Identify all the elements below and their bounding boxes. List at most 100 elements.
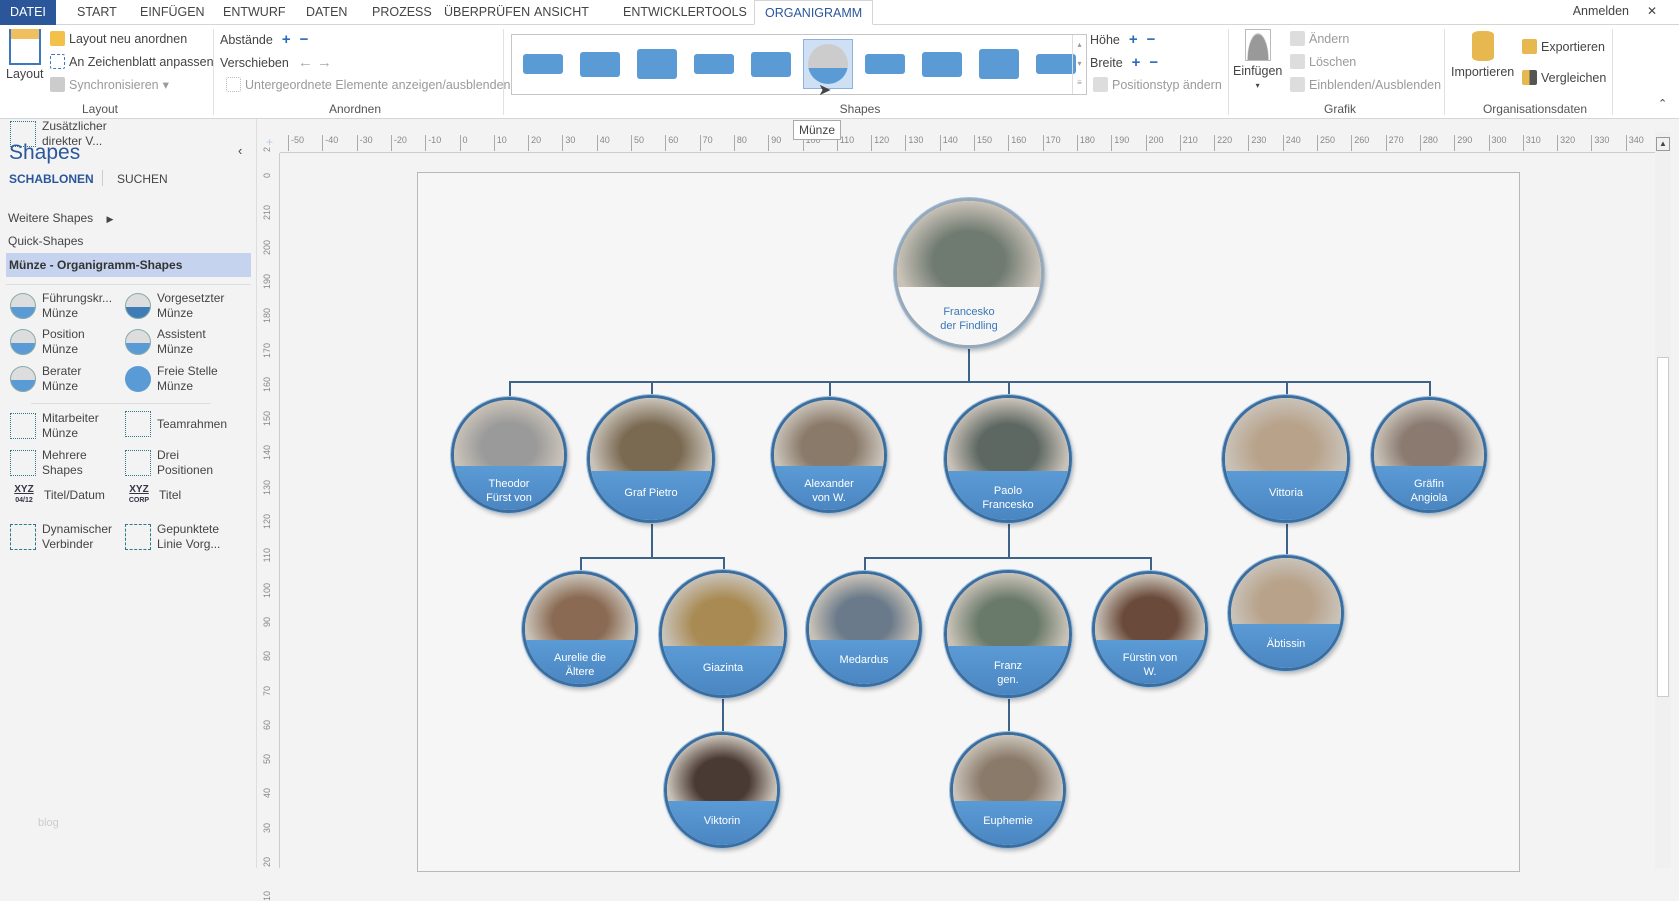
stencil-item[interactable]: Teamrahmen	[125, 411, 227, 437]
ruler-tick: 70	[699, 135, 713, 151]
scroll-thumb[interactable]	[1657, 357, 1669, 697]
delete-picture-button[interactable]: Löschen	[1290, 54, 1356, 69]
showhide-picture-button[interactable]: Einblenden/Ausblenden	[1290, 77, 1441, 92]
tab-prozess[interactable]: PROZESS	[362, 0, 442, 25]
compare-button[interactable]: Vergleichen	[1522, 70, 1606, 85]
gallery-shape-8[interactable]	[917, 39, 967, 89]
stencil-item[interactable]: Zusätzlicher direkter V...	[10, 119, 107, 149]
move-label: Verschieben	[220, 55, 289, 70]
minus-icon[interactable]: −	[300, 31, 309, 48]
export-button[interactable]: Exportieren	[1522, 39, 1605, 54]
ruler-tick: 20	[528, 135, 541, 151]
stencil-item[interactable]: Drei Positionen	[125, 448, 213, 478]
plus-icon[interactable]: +	[1129, 31, 1138, 48]
stencil-item[interactable]: Führungskr... Münze	[10, 291, 112, 321]
collapse-panel-icon[interactable]: ‹	[238, 143, 242, 158]
tab-search[interactable]: SUCHEN	[117, 172, 168, 186]
collapse-ribbon-icon[interactable]: ⌃	[1658, 97, 1667, 110]
more-shapes-item[interactable]: Weitere Shapes ▶	[8, 211, 113, 225]
stencil-label: Teamrahmen	[157, 417, 227, 432]
ruler-tick: 180	[262, 308, 272, 324]
ruler-tick: 210	[262, 205, 272, 221]
relayout-button[interactable]: Layout neu anordnen	[50, 31, 187, 46]
tab-daten[interactable]: DATEN	[296, 0, 357, 25]
org-node[interactable]: Medardus	[806, 571, 922, 687]
change-type-button[interactable]: Positionstyp ändern	[1093, 77, 1222, 92]
close-icon[interactable]: ✕	[1647, 4, 1657, 18]
org-node[interactable]: Giazinta	[659, 570, 787, 698]
org-node[interactable]: Franz gen.	[944, 570, 1072, 698]
gallery-shape-7[interactable]	[860, 39, 910, 89]
sync-button[interactable]: Synchronisieren ▾	[50, 77, 169, 92]
stencil-item[interactable]: Assistent Münze	[125, 327, 206, 357]
tab-datei[interactable]: DATEI	[0, 0, 56, 25]
node-name: der Findling	[940, 320, 998, 332]
stencil-item[interactable]: Vorgesetzter Münze	[125, 291, 224, 321]
stencil-label: Führungskr... Münze	[42, 291, 112, 321]
tab-entwicklertools[interactable]: ENTWICKLERTOOLS	[613, 0, 757, 25]
org-node[interactable]: Alexander von W.	[771, 397, 887, 513]
org-node[interactable]: Viktorin	[664, 732, 780, 848]
import-button[interactable]: Importieren	[1451, 31, 1514, 79]
node-name: Äbtissin	[1266, 637, 1306, 650]
org-node[interactable]: Francesko der Findling	[894, 198, 1044, 348]
fit-page-button[interactable]: An Zeichenblatt anpassen	[50, 54, 214, 69]
org-node[interactable]: Theodor Fürst von	[451, 397, 567, 513]
org-node[interactable]: Vittoria	[1222, 395, 1350, 523]
node-name: gen.	[997, 674, 1019, 687]
gallery-shape-5[interactable]	[746, 39, 796, 89]
insert-picture-button[interactable]: Einfügen ▾	[1233, 29, 1282, 90]
divider	[6, 284, 251, 285]
ruler-tick: 50	[262, 754, 272, 765]
stencil-name: Assistent	[157, 327, 206, 341]
arrow-right-icon[interactable]: →	[317, 54, 332, 71]
stencil-item[interactable]: XYZ CORP Titel	[125, 485, 181, 506]
stencil-item[interactable]: XYZ 04/12 Titel/Datum	[10, 485, 105, 506]
gallery-shape-4[interactable]	[689, 39, 739, 89]
stencil-item[interactable]: Mitarbeiter Münze	[10, 411, 99, 441]
minus-icon[interactable]: −	[1149, 54, 1158, 71]
org-node[interactable]: Graf Pietro	[587, 395, 715, 523]
scroll-up-button[interactable]: ▲	[1656, 137, 1670, 151]
gallery-shape-3[interactable]	[632, 39, 682, 89]
stencil-item[interactable]: Gepunktete Linie Vorg...	[125, 522, 220, 552]
org-node[interactable]: Euphemie	[950, 732, 1066, 848]
org-node[interactable]: Äbtissin	[1228, 555, 1344, 671]
gallery-shape-1[interactable]	[518, 39, 568, 89]
divider	[213, 29, 214, 115]
ruler-tick: 150	[262, 411, 272, 427]
change-picture-button[interactable]: Ändern	[1290, 31, 1349, 46]
stencil-item[interactable]: Berater Münze	[10, 364, 81, 394]
tab-entwurf[interactable]: ENTWURF	[213, 0, 296, 25]
current-stencil-item[interactable]: Münze - Organigramm-Shapes	[6, 253, 251, 277]
org-node[interactable]: Fürstin von W.	[1092, 571, 1208, 687]
org-node[interactable]: Paolo Francesko	[944, 395, 1072, 523]
plus-icon[interactable]: +	[1132, 54, 1141, 71]
quick-shapes-item[interactable]: Quick-Shapes	[8, 234, 83, 248]
minus-icon[interactable]: −	[1147, 31, 1156, 48]
tab-einfügen[interactable]: EINFÜGEN	[130, 0, 215, 25]
gallery-shape-9[interactable]	[974, 39, 1024, 89]
arrow-left-icon[interactable]: ←	[298, 54, 313, 71]
stencil-item[interactable]: Freie Stelle Münze	[125, 364, 218, 394]
org-node[interactable]: Aurelie die Ältere	[522, 571, 638, 687]
stencil-item[interactable]: Dynamischer Verbinder	[10, 522, 112, 552]
stencil-item[interactable]: Position Münze	[10, 327, 85, 357]
vertical-scrollbar[interactable]: ▲	[1655, 132, 1671, 868]
node-name: W.	[1143, 665, 1157, 678]
layout-button[interactable]: Layout	[6, 29, 44, 81]
gallery-shape-2[interactable]	[575, 39, 625, 89]
stencil-name-2: Positionen	[157, 463, 214, 477]
tab-start[interactable]: START	[67, 0, 127, 25]
tab-organigramm[interactable]: ORGANIGRAMM	[754, 0, 874, 25]
horizontal-ruler: -50 -40 -30 -20 -10 0 10 20 30 40 50 60 70 80 90 100 110…	[280, 132, 1668, 153]
tab-stencils[interactable]: SCHABLONEN	[9, 172, 94, 186]
stencil-item[interactable]: Mehrere Shapes	[10, 448, 87, 478]
gallery-scroll[interactable]: ▴ ▾ ≡	[1072, 35, 1086, 94]
ruler-tick: 160	[1008, 135, 1026, 151]
signin-link[interactable]: Anmelden	[1573, 4, 1629, 18]
org-node[interactable]: Gräfin Angiola	[1371, 397, 1487, 513]
tab-ansicht[interactable]: ANSICHT	[524, 0, 599, 25]
plus-icon[interactable]: +	[282, 31, 291, 48]
toggle-children-button[interactable]: Untergeordnete Elemente anzeigen/ausblen…	[226, 77, 510, 92]
